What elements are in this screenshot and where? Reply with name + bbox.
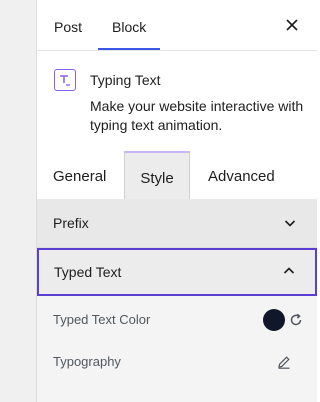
typed-text-color-label: Typed Text Color [53,312,151,327]
typography-control: Typography [53,350,303,374]
tab-style[interactable]: Style [124,151,190,199]
editor-canvas-edge [0,0,36,402]
color-swatch[interactable] [263,309,285,331]
typing-text-icon [54,69,76,91]
panel-typed-text-body: Typed Text Color Typography [37,296,317,402]
settings-tabs: General Style Advanced [37,151,317,199]
panel-typed-text-title: Typed Text [54,264,122,280]
pencil-icon[interactable] [277,355,291,369]
close-icon[interactable] [283,16,301,34]
block-title: Typing Text [90,72,161,88]
panel-prefix-toggle[interactable]: Prefix [37,199,317,248]
panel-prefix-title: Prefix [53,215,89,231]
page: Post Block Typing Text Make your website… [0,0,317,402]
tab-advanced[interactable]: Advanced [208,151,275,199]
sidebar-header: Post Block [37,0,317,51]
reset-icon[interactable] [289,313,303,327]
block-description: Make your website interactive with typin… [90,98,304,133]
typed-text-color-control: Typed Text Color [53,308,303,332]
tab-block[interactable]: Block [97,0,161,50]
panel-typed-text-toggle[interactable]: Typed Text [37,248,317,296]
chevron-up-icon [283,267,295,274]
tab-general[interactable]: General [53,151,106,199]
chevron-down-icon [284,220,296,227]
settings-sidebar: Post Block Typing Text Make your website… [36,0,317,402]
tab-post[interactable]: Post [54,0,82,50]
typography-label: Typography [53,354,121,369]
block-card: Typing Text Make your website interactiv… [37,51,317,135]
